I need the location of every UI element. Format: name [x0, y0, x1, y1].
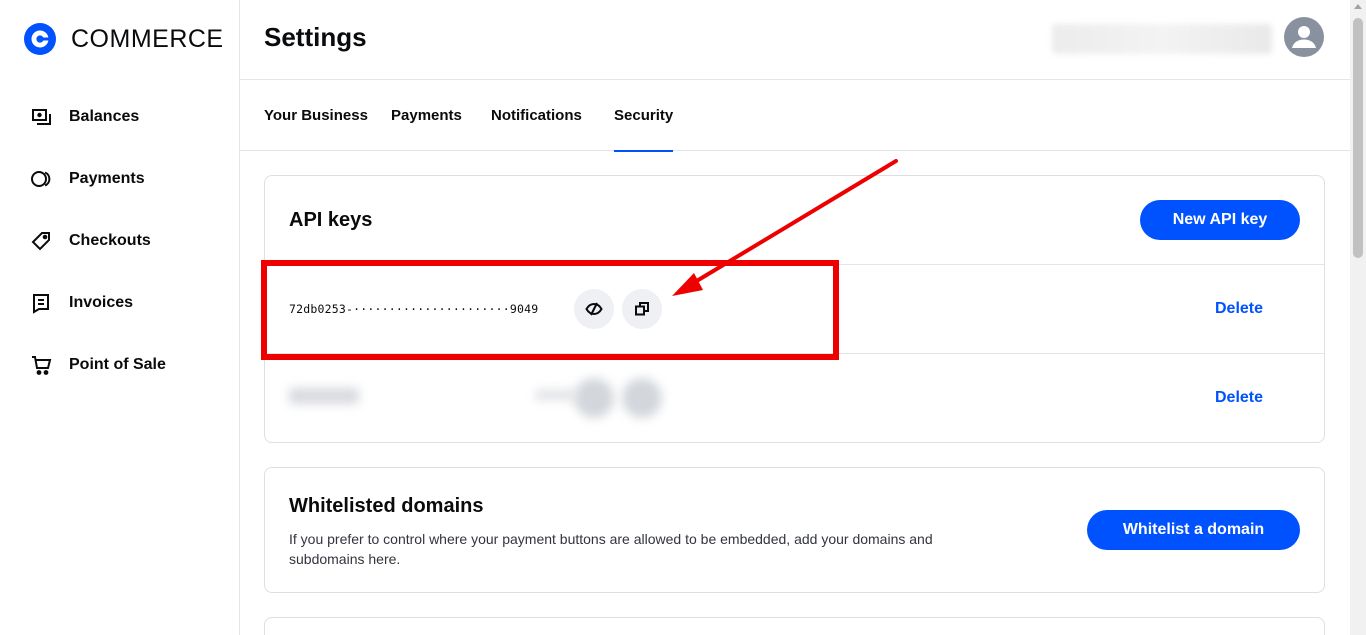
annotation-highlight-box — [261, 260, 839, 360]
sidebar-item-label: Point of Sale — [69, 356, 166, 373]
tag-icon — [31, 232, 50, 251]
user-name-redacted — [1052, 24, 1272, 54]
sidebar-item-label: Invoices — [69, 294, 134, 311]
balances-icon — [32, 109, 51, 125]
toggle-visibility-button-redacted — [574, 378, 614, 418]
api-key-value-redacted — [535, 390, 575, 400]
scroll-up-arrow-icon[interactable] — [1354, 4, 1362, 9]
whitelisted-domains-card: Whitelisted domains If you prefer to con… — [264, 467, 1325, 593]
tab-notifications[interactable]: Notifications — [491, 80, 582, 151]
sidebar-item-label: Balances — [69, 108, 140, 125]
whitelisted-domains-description: If you prefer to control where your paym… — [289, 531, 933, 567]
next-settings-card — [264, 617, 1325, 635]
cart-icon — [32, 356, 52, 375]
sidebar-item-label: Checkouts — [69, 232, 151, 249]
scrollbar-thumb[interactable] — [1353, 18, 1363, 258]
page-scrollbar[interactable] — [1350, 0, 1366, 635]
api-keys-title: API keys — [289, 209, 373, 231]
commerce-logo[interactable]: COMMERCE — [24, 23, 224, 55]
sidebar-item-balances[interactable]: Balances — [0, 86, 239, 148]
tab-security[interactable]: Security — [614, 80, 674, 152]
brand-name: COMMERCE — [71, 24, 224, 53]
whitelist-domain-button[interactable]: Whitelist a domain — [1087, 510, 1300, 550]
whitelisted-domains-title: Whitelisted domains — [289, 495, 484, 517]
api-key-value-redacted — [289, 388, 359, 404]
avatar[interactable] — [1284, 17, 1324, 57]
delete-key-button[interactable]: Delete — [1215, 389, 1263, 407]
tab-payments[interactable]: Payments — [391, 80, 462, 151]
delete-key-button[interactable]: Delete — [1215, 300, 1263, 318]
settings-tabs: Your Business Payments Notifications Sec… — [240, 80, 1350, 152]
new-api-key-button[interactable]: New API key — [1140, 200, 1300, 240]
invoice-icon — [33, 294, 49, 314]
sidebar-item-point-of-sale[interactable]: Point of Sale — [0, 334, 239, 396]
sidebar-nav: Balances Payments Checkouts Invoices Poi… — [0, 86, 239, 396]
page-title: Settings — [264, 22, 367, 52]
copy-key-button-redacted — [622, 378, 662, 418]
user-icon — [1292, 26, 1316, 48]
payments-icon — [31, 171, 51, 187]
sidebar: COMMERCE Balances Payments Checkouts Inv… — [0, 0, 240, 635]
sidebar-item-checkouts[interactable]: Checkouts — [0, 210, 239, 272]
sidebar-item-label: Payments — [69, 170, 145, 187]
sidebar-item-payments[interactable]: Payments — [0, 148, 239, 210]
coinbase-logo-icon — [24, 23, 56, 55]
sidebar-item-invoices[interactable]: Invoices — [0, 272, 239, 334]
tab-your-business[interactable]: Your Business — [264, 80, 368, 151]
page-header: Settings — [240, 0, 1350, 80]
